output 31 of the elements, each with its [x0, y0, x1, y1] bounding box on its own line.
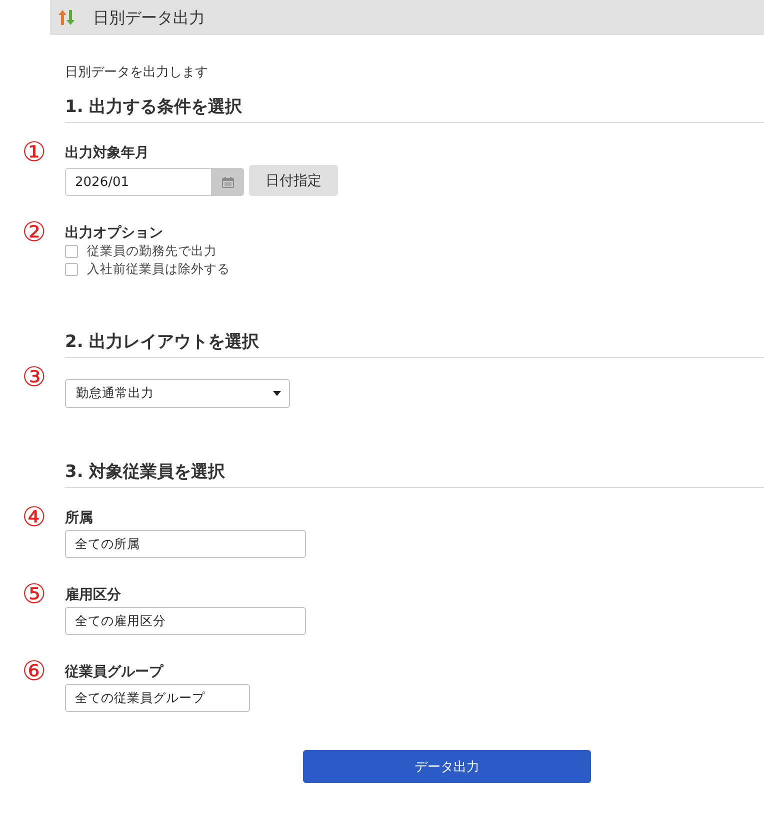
step-number: ③ [22, 364, 46, 392]
checkbox-label[interactable]: 入社前従業員は除外する [87, 261, 230, 277]
field-label: 所属 [65, 510, 93, 526]
checkbox[interactable] [65, 244, 78, 258]
field-label: 従業員グループ [65, 664, 163, 680]
step-number: ⑥ [22, 658, 46, 686]
section-heading: 2. 出力レイアウトを選択 [65, 332, 764, 358]
date-button[interactable]: 日付指定 [249, 165, 338, 196]
text-field[interactable]: 全ての所属 [65, 530, 306, 558]
description-text: 日別データを出力します [65, 65, 208, 81]
caret-icon [273, 391, 281, 396]
field-label: 出力オプション [65, 225, 163, 241]
section-heading: 3. 対象従業員を選択 [65, 462, 764, 488]
section-heading: 1. 出力する条件を選択 [65, 97, 764, 123]
calendar-button[interactable] [211, 168, 244, 196]
text-field[interactable]: 全ての雇用区分 [65, 607, 306, 635]
checkbox-label[interactable]: 従業員の勤務先で出力 [87, 243, 217, 259]
step-number: ② [22, 219, 46, 247]
month-field[interactable]: 2026/01 [65, 168, 211, 196]
sort-arrows-icon [58, 9, 75, 26]
export-button[interactable]: データ出力 [303, 750, 591, 783]
page-title: 日別データ出力 [93, 8, 205, 28]
text-field[interactable]: 全ての従業員グループ [65, 684, 250, 712]
step-number: ④ [22, 504, 46, 532]
calendar-icon [222, 176, 234, 188]
layout-dropdown[interactable]: 勤怠通常出力 [65, 379, 290, 408]
field-label: 出力対象年月 [65, 145, 149, 161]
step-number: ① [22, 139, 46, 167]
field-label: 雇用区分 [65, 587, 121, 603]
step-number: ⑤ [22, 581, 46, 609]
checkbox[interactable] [65, 262, 78, 276]
